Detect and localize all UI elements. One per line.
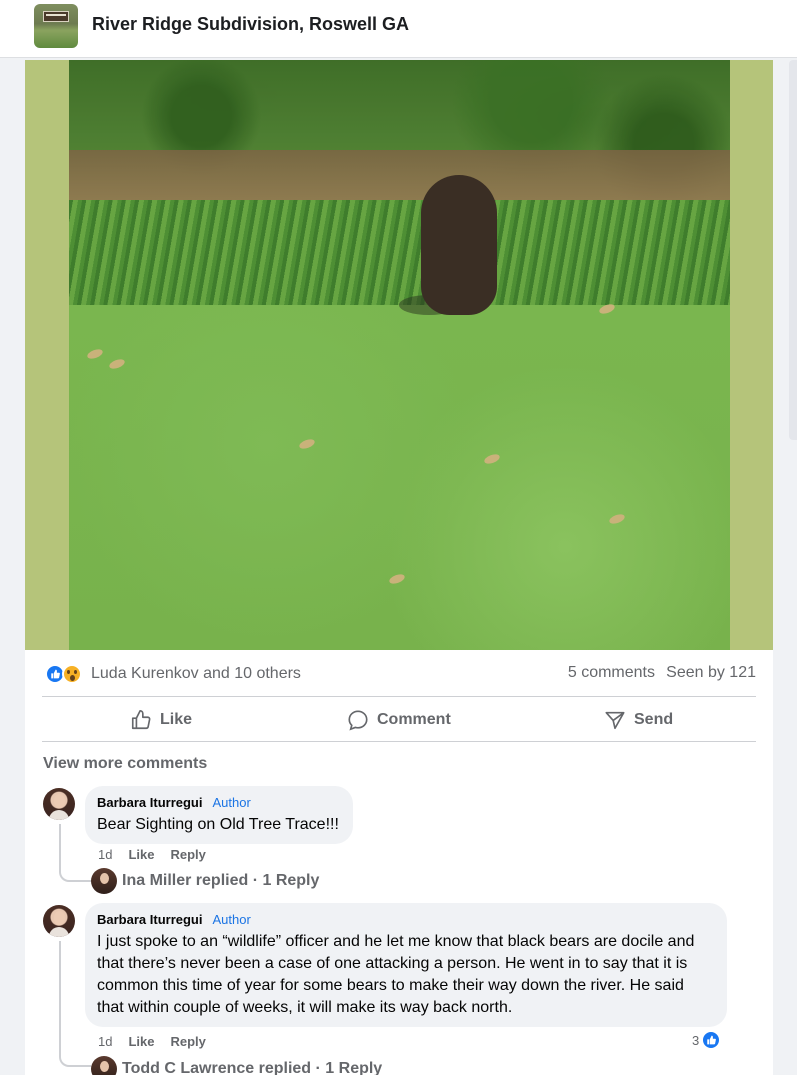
thread-connector [59,941,91,1067]
send-icon [605,711,625,730]
post-card: Luda Kurenkov and 10 others 5 comments S… [25,60,773,1075]
avatar-face [100,1061,109,1072]
divider [42,696,756,697]
avatar[interactable] [43,788,75,820]
comment-like-link[interactable]: Like [128,1034,154,1049]
view-more-comments-link[interactable]: View more comments [43,755,207,773]
comment-time[interactable]: 1d [98,847,112,862]
reactions-row: Luda Kurenkov and 10 others 5 comments S… [42,660,756,688]
thumbs-up-icon [131,710,151,730]
post-photo-frame [25,60,773,650]
group-thumbnail[interactable] [34,4,78,48]
comment-bubble: Barbara Iturregui Author I just spoke to … [85,903,727,1027]
reaction-icons[interactable] [45,664,82,684]
like-button[interactable]: Like [130,706,192,734]
reply-avatar[interactable] [91,868,117,894]
comment-time[interactable]: 1d [98,1034,112,1049]
wow-reaction-icon [62,664,82,684]
comment-like-link[interactable]: Like [128,847,154,862]
view-replies-link[interactable]: Todd C Lawrence replied · 1 Reply [122,1060,382,1075]
comment-actions: 1d Like Reply [98,847,222,862]
comment-author[interactable]: Barbara Iturregui [97,795,202,810]
like-count-number: 3 [692,1032,700,1048]
comment-button[interactable]: Comment [347,706,451,734]
send-button-label: Send [634,711,674,728]
sign-text-graphic [46,14,66,16]
comment-reply-link[interactable]: Reply [170,847,205,862]
photo-liriope [69,200,730,305]
comment-actions: 1d Like Reply [98,1034,222,1049]
photo-lawn [69,305,730,650]
scrollbar[interactable] [789,60,797,440]
sign-graphic [43,11,69,22]
comment-reply-link[interactable]: Reply [170,1034,205,1049]
avatar-face [54,911,65,925]
send-button[interactable]: Send [604,706,673,734]
avatar-shoulder [49,927,69,937]
author-badge: Author [212,795,251,810]
comment-button-label: Comment [377,711,451,728]
group-name[interactable]: River Ridge Subdivision, Roswell GA [92,14,409,35]
author-badge: Author [212,912,251,927]
comment-like-count[interactable]: 3 [692,1030,722,1050]
seen-by-count[interactable]: Seen by 121 [666,664,756,682]
avatar-face [54,794,65,808]
avatar[interactable] [43,905,75,937]
photo-bear [421,175,497,315]
reply-avatar[interactable] [91,1056,117,1075]
like-button-label: Like [160,711,193,728]
comment-bubble-icon [348,710,368,731]
like-reaction-icon [701,1030,722,1050]
comment-text: I just spoke to an “wildlife” officer an… [97,933,695,1016]
avatar-face [100,873,109,884]
comment-text: Bear Sighting on Old Tree Trace!!! [97,816,339,833]
avatar-shoulder [49,810,69,820]
thread-connector [59,824,91,882]
post-photo[interactable] [69,60,730,650]
reactions-summary[interactable]: Luda Kurenkov and 10 others [91,665,301,683]
view-replies-link[interactable]: Ina Miller replied · 1 Reply [122,872,319,890]
divider [42,741,756,742]
comments-count[interactable]: 5 comments [568,664,655,682]
group-header: River Ridge Subdivision, Roswell GA [0,0,797,58]
comment-author[interactable]: Barbara Iturregui [97,912,202,927]
comment-bubble: Barbara Iturregui Author Bear Sighting on… [85,786,353,844]
